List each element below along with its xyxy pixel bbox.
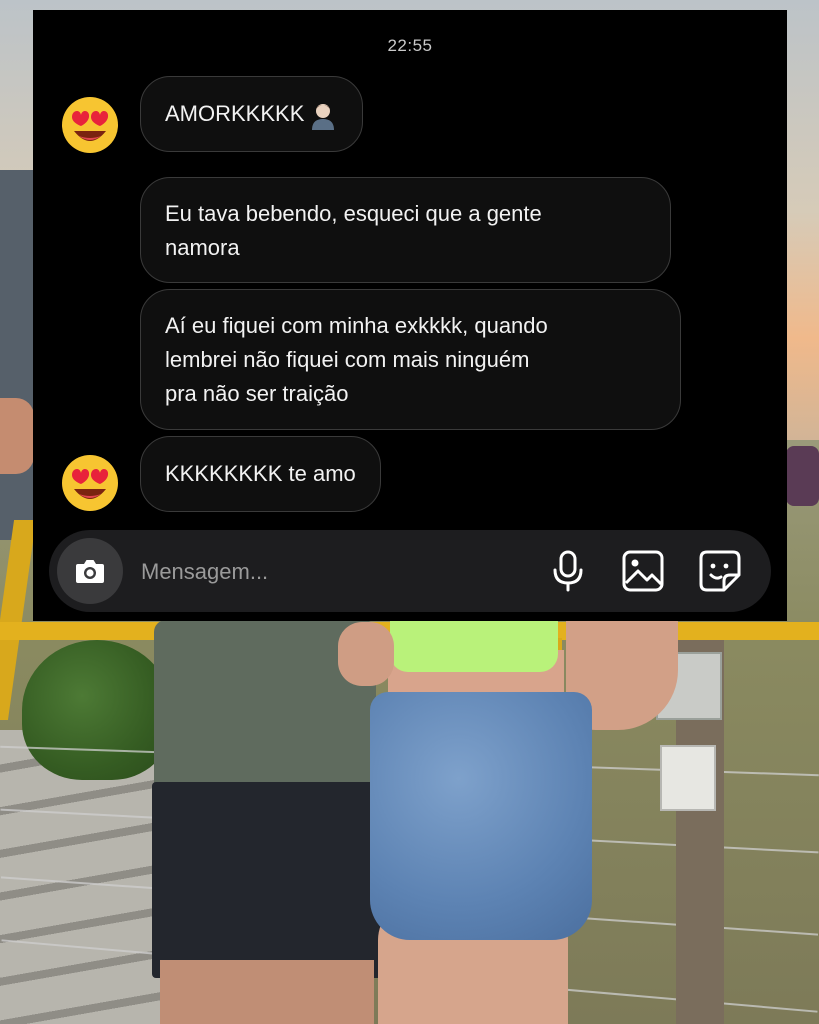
heart-eyes-emoji-icon xyxy=(60,95,120,155)
message-text: Aí eu fiquei com minha exkkkk, quando le… xyxy=(165,313,548,406)
left-arm xyxy=(0,398,34,474)
plant xyxy=(22,640,172,780)
heart-eyes-emoji-icon xyxy=(60,453,120,513)
man-hand xyxy=(338,622,394,686)
chat-screenshot: 22:55 AMORKKKKK Eu tava bebendo, esqueci… xyxy=(33,10,787,621)
message-text: Eu tava bebendo, esqueci que a gente nam… xyxy=(165,201,542,260)
distant-people xyxy=(786,446,819,506)
man-shorts xyxy=(152,782,388,978)
timestamp: 22:55 xyxy=(387,36,433,55)
message-bubble[interactable]: AMORKKKKK xyxy=(140,76,364,152)
gallery-button[interactable] xyxy=(620,548,666,594)
message-bubble[interactable]: Aí eu fiquei com minha exkkkk, quando le… xyxy=(140,289,681,430)
microphone-button[interactable] xyxy=(545,548,591,594)
woman-denim-shorts xyxy=(370,692,592,940)
background-structure xyxy=(0,170,34,540)
message-text: AMORKKKKK xyxy=(165,101,305,126)
sticker-button[interactable] xyxy=(697,548,743,594)
gallery-icon xyxy=(622,550,664,592)
electrical-box xyxy=(660,745,716,811)
message-bubble[interactable]: KKKKKKKK te amo xyxy=(140,436,381,512)
message-composer[interactable]: Mensagem... xyxy=(49,530,771,612)
camera-icon xyxy=(76,560,104,583)
message-bubble[interactable]: Eu tava bebendo, esqueci que a gente nam… xyxy=(140,177,671,283)
woman-crop-top xyxy=(390,620,558,672)
camera-button[interactable] xyxy=(57,538,123,604)
man-legs xyxy=(160,960,374,1024)
man-emoji-icon xyxy=(308,100,338,131)
message-text: KKKKKKKK te amo xyxy=(165,461,356,486)
sticker-icon xyxy=(699,550,741,592)
microphone-icon xyxy=(553,550,583,592)
message-input[interactable]: Mensagem... xyxy=(141,559,268,585)
